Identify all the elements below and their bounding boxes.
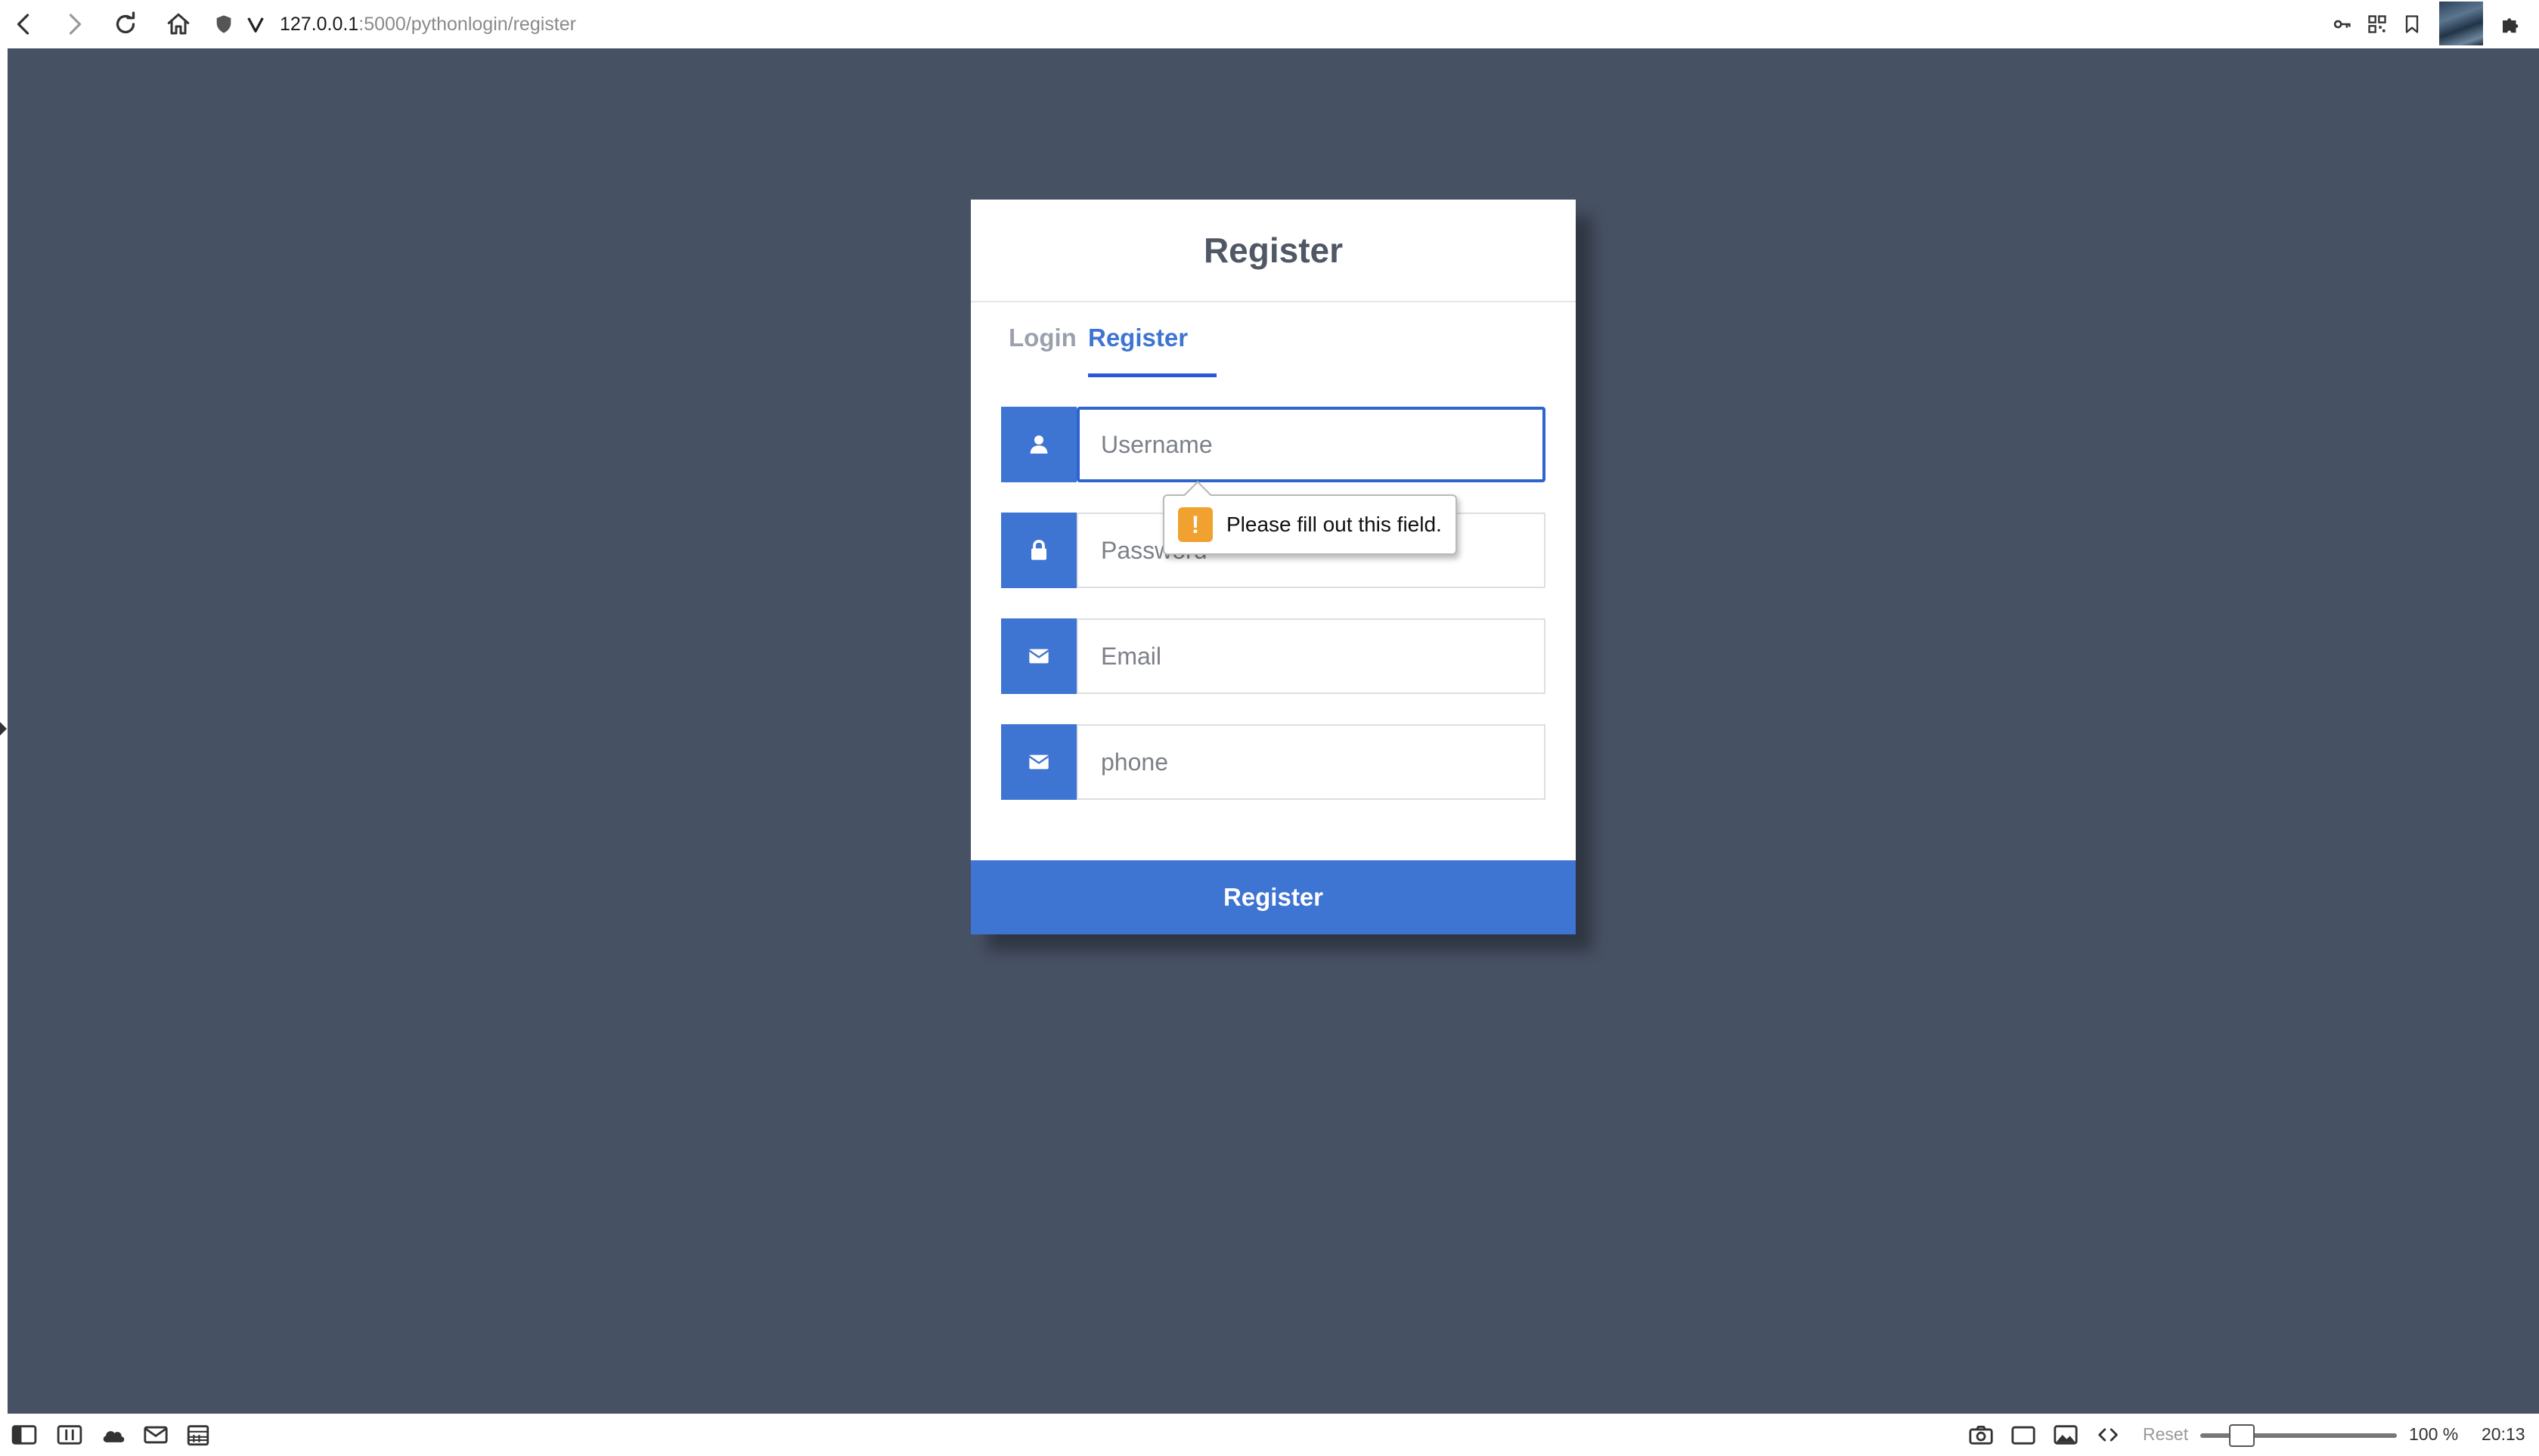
warning-icon: ! bbox=[1178, 507, 1213, 542]
tab-register[interactable]: Register bbox=[1088, 324, 1188, 378]
cloud-icon bbox=[103, 1431, 125, 1442]
bookmark-icon bbox=[2405, 15, 2419, 33]
security-shield-button[interactable] bbox=[210, 8, 237, 41]
active-tab-indicator bbox=[1088, 373, 1217, 377]
camera-icon bbox=[1969, 1425, 1993, 1445]
browser-toolbar: 127.0.0.1:5000/pythonlogin/register bbox=[0, 0, 2539, 48]
qr-code-button[interactable] bbox=[2362, 8, 2392, 41]
window-icon bbox=[2011, 1426, 2035, 1445]
tab-tiling-button[interactable] bbox=[54, 1421, 85, 1448]
browser-status-bar: Reset 100 % 20:13 bbox=[0, 1414, 2539, 1456]
vivaldi-menu-button[interactable] bbox=[240, 8, 271, 41]
phone-icon-box bbox=[1001, 724, 1077, 800]
tiling-icon bbox=[57, 1425, 82, 1445]
forward-button[interactable] bbox=[57, 8, 91, 41]
vivaldi-v-icon bbox=[247, 17, 264, 33]
tab-login[interactable]: Login bbox=[1009, 324, 1077, 378]
email-icon-box bbox=[1001, 618, 1077, 694]
capture-button[interactable] bbox=[1966, 1421, 1996, 1448]
qr-code-icon bbox=[2368, 15, 2386, 33]
key-icon bbox=[2333, 20, 2351, 29]
phone-input[interactable] bbox=[1077, 724, 1545, 800]
page-actions-button[interactable] bbox=[2093, 1421, 2123, 1448]
mail-button[interactable] bbox=[141, 1421, 171, 1448]
page-title: Register bbox=[971, 200, 1576, 302]
forward-arrow-icon bbox=[69, 14, 82, 35]
validation-message: Please fill out this field. bbox=[1226, 513, 1442, 536]
zoom-reset-button[interactable]: Reset bbox=[2143, 1424, 2188, 1445]
reload-button[interactable] bbox=[109, 8, 142, 41]
panel-expand-arrow-icon[interactable] bbox=[0, 722, 7, 736]
username-icon-box bbox=[1001, 407, 1077, 482]
shield-icon bbox=[216, 15, 231, 33]
zoom-slider-thumb[interactable] bbox=[2229, 1424, 2255, 1447]
address-bar[interactable]: 127.0.0.1:5000/pythonlogin/register bbox=[280, 11, 576, 38]
lock-icon bbox=[1031, 540, 1046, 560]
envelope-icon bbox=[1028, 754, 1049, 770]
email-field-group bbox=[1001, 618, 1545, 694]
code-icon bbox=[2098, 1428, 2118, 1442]
window-button[interactable] bbox=[2008, 1421, 2038, 1448]
calendar-button[interactable] bbox=[183, 1421, 213, 1448]
panel-icon bbox=[11, 1425, 37, 1445]
mail-icon bbox=[144, 1426, 168, 1444]
image-icon bbox=[2054, 1425, 2078, 1445]
username-input[interactable] bbox=[1077, 407, 1545, 482]
envelope-icon bbox=[1028, 649, 1049, 664]
register-submit-button[interactable]: Register bbox=[971, 860, 1576, 934]
auth-tabs: Login Register bbox=[971, 302, 1576, 387]
register-card: Register Login Register Register bbox=[971, 200, 1576, 934]
password-icon-box bbox=[1001, 513, 1077, 588]
images-toggle-button[interactable] bbox=[2051, 1421, 2081, 1448]
clock: 20:13 bbox=[2482, 1424, 2525, 1444]
home-icon bbox=[167, 13, 190, 35]
back-button[interactable] bbox=[8, 8, 41, 41]
extensions-button[interactable] bbox=[2495, 8, 2525, 41]
panel-toggle-button[interactable] bbox=[9, 1421, 39, 1448]
bookmark-button[interactable] bbox=[2397, 8, 2427, 41]
reload-icon bbox=[116, 11, 135, 34]
puzzle-piece-icon bbox=[2503, 18, 2519, 33]
profile-avatar[interactable] bbox=[2439, 2, 2483, 45]
user-icon bbox=[1030, 435, 1048, 454]
password-key-button[interactable] bbox=[2327, 8, 2358, 41]
username-field-group bbox=[1001, 407, 1545, 482]
validation-tooltip: ! Please fill out this field. bbox=[1163, 481, 1457, 555]
url-path: :5000/pythonlogin/register bbox=[358, 14, 576, 35]
url-host: 127.0.0.1 bbox=[280, 14, 359, 35]
calendar-icon bbox=[187, 1425, 209, 1446]
phone-field-group bbox=[1001, 724, 1545, 800]
sync-button[interactable] bbox=[98, 1421, 129, 1448]
home-button[interactable] bbox=[162, 8, 195, 41]
back-arrow-icon bbox=[17, 14, 29, 35]
email-input[interactable] bbox=[1077, 618, 1545, 694]
zoom-level: 100 % bbox=[2409, 1424, 2459, 1444]
